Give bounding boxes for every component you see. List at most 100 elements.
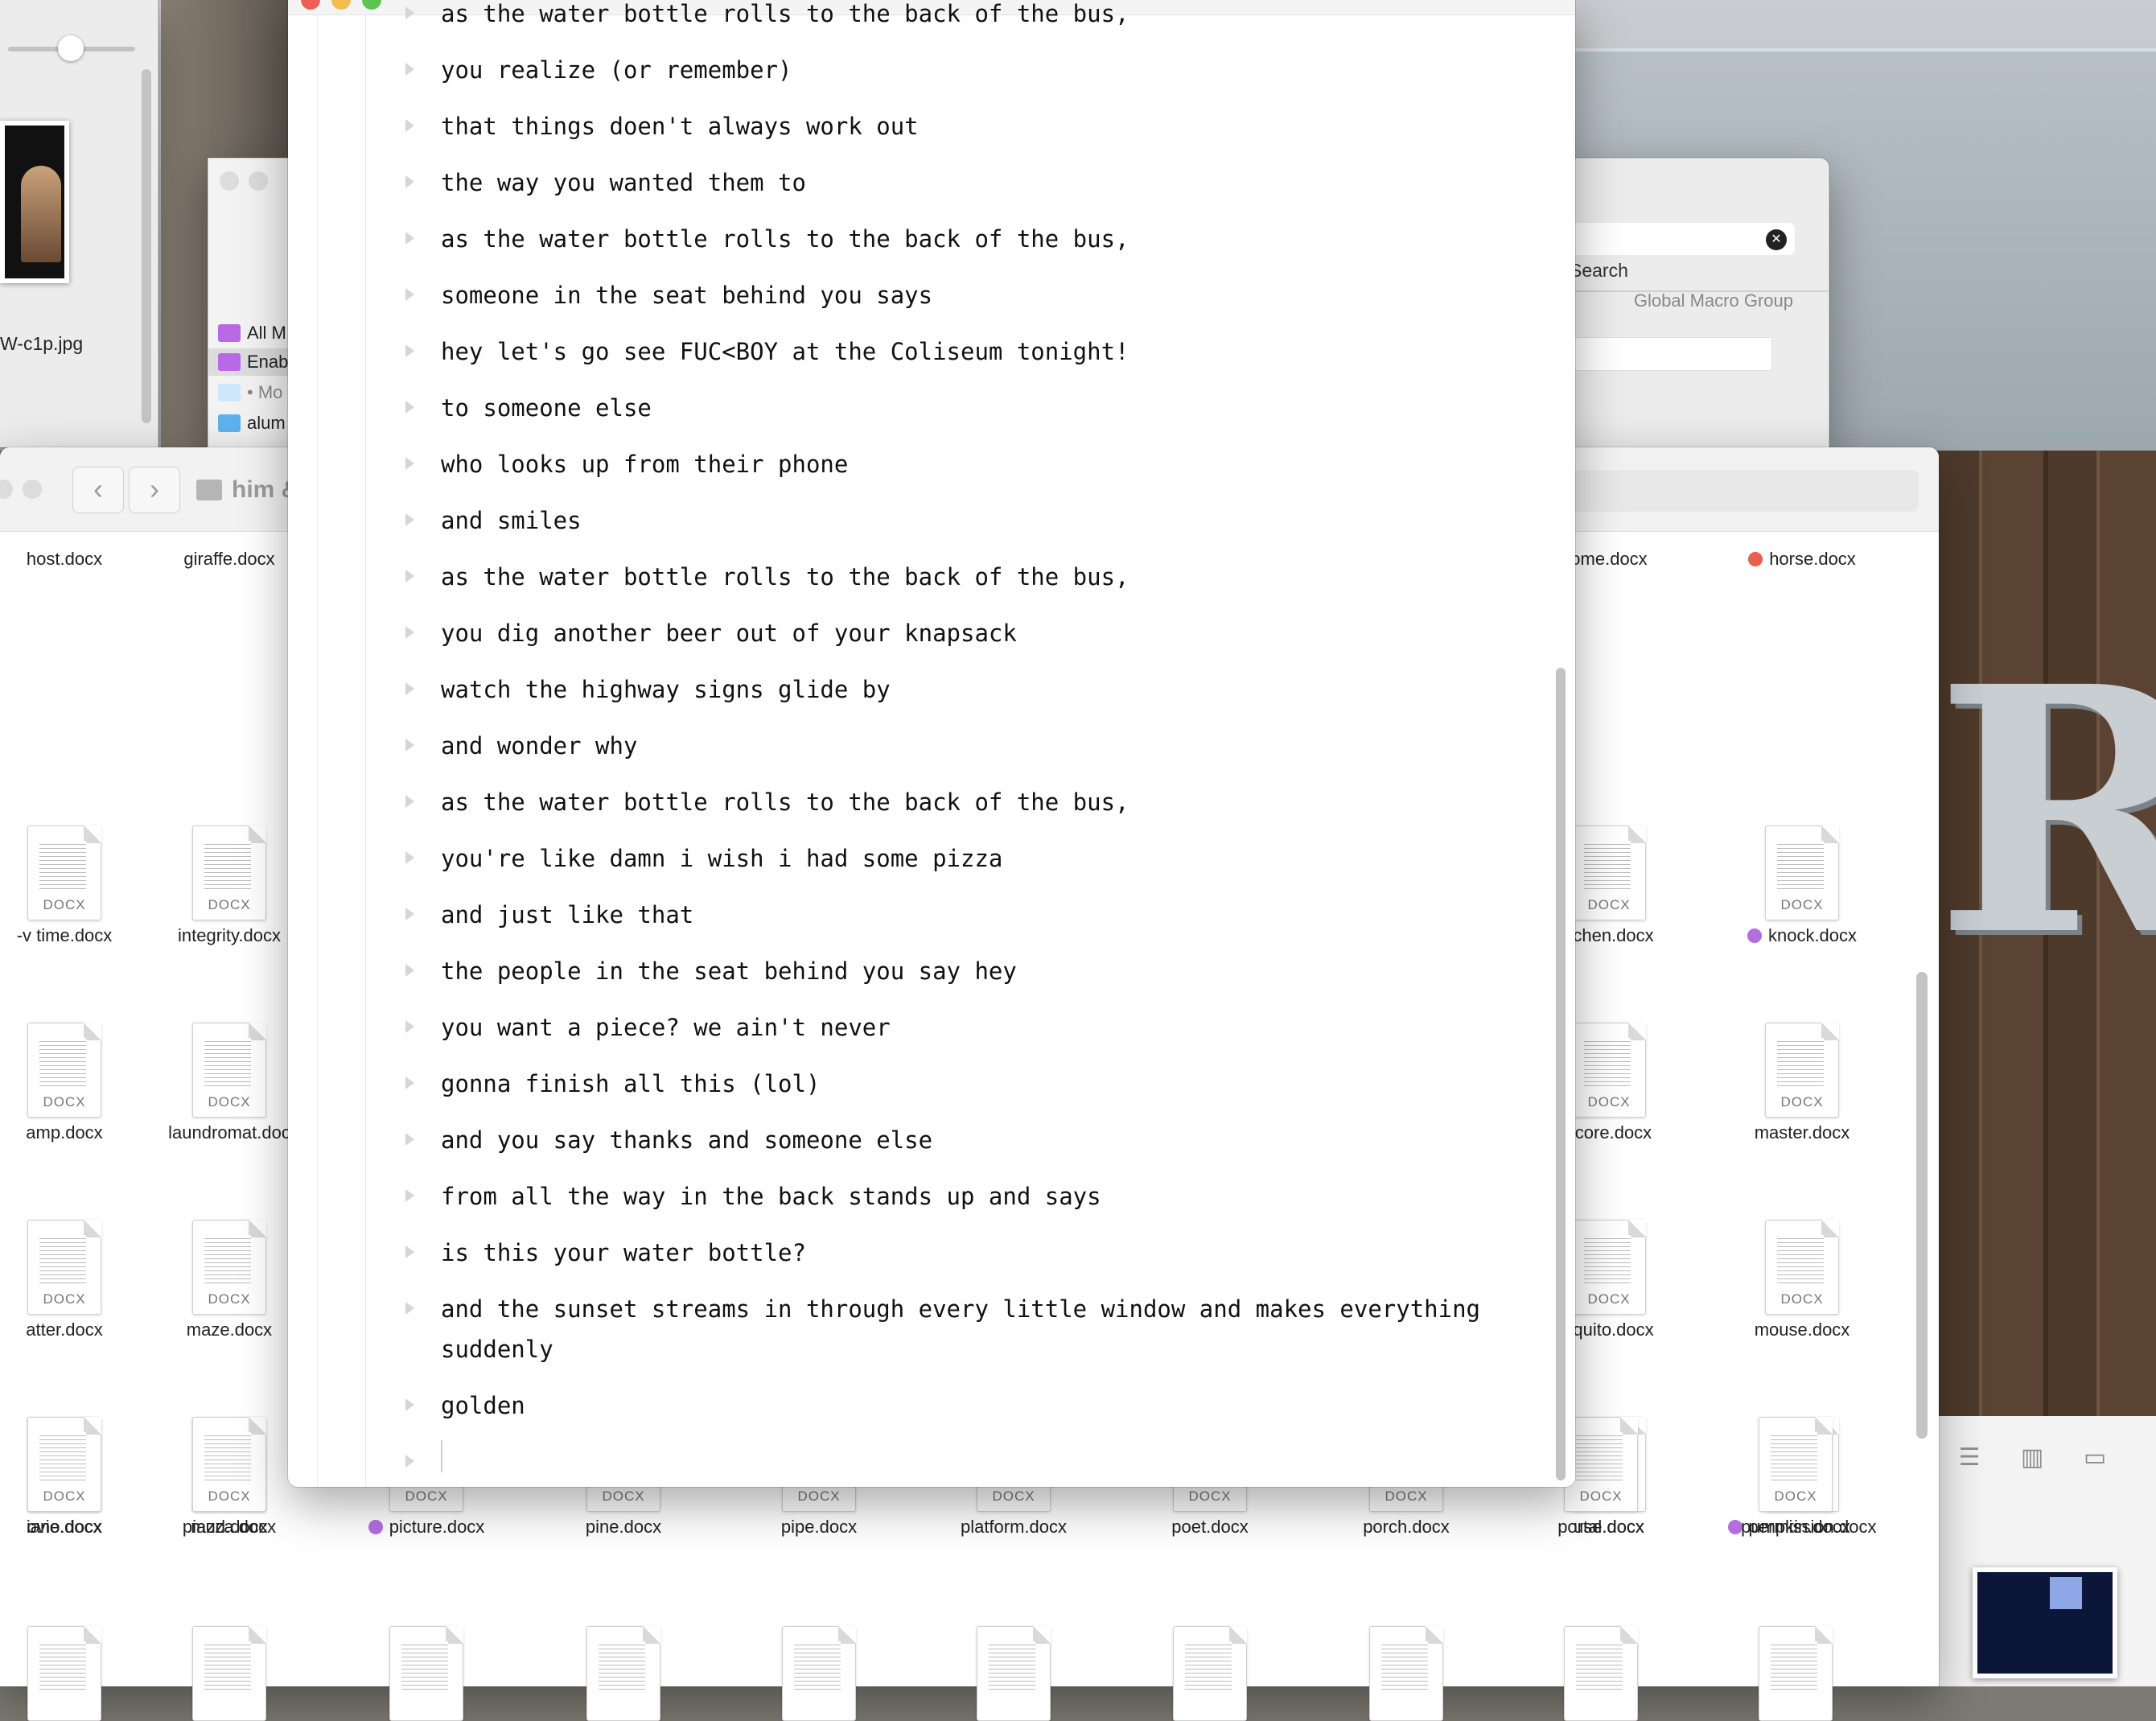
outline-row-text[interactable]: you want a piece? we ain't never <box>441 1007 1503 1048</box>
file-item[interactable] <box>527 1626 720 1721</box>
sidebar-item-all[interactable]: All M <box>218 319 286 347</box>
window-minimize-button[interactable] <box>0 480 13 499</box>
disclosure-triangle-icon[interactable] <box>405 63 414 76</box>
outline-row-text[interactable]: and wonder why <box>441 726 1503 766</box>
disclosure-triangle-icon[interactable] <box>405 1133 414 1146</box>
file-item[interactable]: DOCX master.docx <box>1705 1023 1899 1143</box>
outline-row-text[interactable]: watch the highway signs glide by <box>441 669 1503 710</box>
outline-row-text[interactable]: that things doen't always work out <box>441 106 1503 146</box>
window-close-button[interactable] <box>301 0 320 10</box>
outline-row-text[interactable]: as the water bottle rolls to the back of… <box>441 0 1503 34</box>
group-name-field[interactable] <box>1570 337 1772 371</box>
file-item[interactable]: DOCX pumpkin.docx <box>1699 1417 1892 1538</box>
column-view-icon[interactable]: ▥ <box>2010 1440 2055 1476</box>
disclosure-triangle-icon[interactable] <box>405 795 414 808</box>
macro-search-window: ✕ Search Global Macro Group <box>1569 158 1829 457</box>
outline-row-text[interactable]: and the sunset streams in through every … <box>441 1289 1503 1369</box>
forward-button[interactable]: › <box>129 467 180 513</box>
outline-row-text[interactable]: the way you wanted them to <box>441 163 1503 203</box>
disclosure-triangle-icon[interactable] <box>405 908 414 920</box>
list-view-icon[interactable]: ☰ <box>1947 1440 1992 1476</box>
disclosure-triangle-icon[interactable] <box>405 513 414 526</box>
window-zoom-button[interactable] <box>362 0 381 10</box>
file-item[interactable] <box>1699 1626 1892 1721</box>
preview-window: W-c1p.jpg <box>0 0 158 447</box>
outline-row-text[interactable]: who looks up from their phone <box>441 444 1503 484</box>
disclosure-triangle-icon[interactable] <box>405 964 414 977</box>
clear-search-icon[interactable]: ✕ <box>1766 229 1787 250</box>
sidebar-item-enabled[interactable]: Enab <box>208 348 298 376</box>
gallery-view-icon[interactable]: ▭ <box>2072 1440 2117 1476</box>
file-item[interactable] <box>1113 1626 1306 1721</box>
disclosure-triangle-icon[interactable] <box>405 1189 414 1202</box>
disclosure-triangle-icon[interactable] <box>405 1020 414 1033</box>
file-item[interactable]: DOCX knock.docx <box>1705 826 1899 947</box>
disclosure-triangle-icon[interactable] <box>405 1398 414 1411</box>
outline-row-text[interactable]: is this your water bottle? <box>441 1233 1503 1273</box>
outline-row-text[interactable]: you realize (or remember) <box>441 50 1503 90</box>
outline-row-text[interactable]: and just like that <box>441 895 1503 935</box>
outline-row-text[interactable]: from all the way in the back stands up a… <box>441 1176 1503 1217</box>
disclosure-triangle-icon[interactable] <box>405 6 414 19</box>
document-preview-lines <box>204 1432 251 1482</box>
disclosure-triangle-icon[interactable] <box>405 851 414 864</box>
disclosure-triangle-icon[interactable] <box>405 626 414 639</box>
outline-row-text[interactable]: golden <box>441 1385 1503 1426</box>
file-name-text: atter.docx <box>26 1320 103 1340</box>
disclosure-triangle-icon[interactable] <box>405 344 414 357</box>
file-item[interactable] <box>722 1626 915 1721</box>
outline-row-text[interactable]: as the water bottle rolls to the back of… <box>441 557 1503 597</box>
preview-scrollbar[interactable] <box>142 69 151 423</box>
window-zoom-button[interactable] <box>23 480 42 499</box>
disclosure-triangle-icon[interactable] <box>405 457 414 470</box>
disclosure-triangle-icon[interactable] <box>405 232 414 245</box>
sidebar-item-more[interactable]: • Mo <box>218 379 282 406</box>
file-item[interactable] <box>133 1626 326 1721</box>
disclosure-triangle-icon[interactable] <box>405 739 414 751</box>
outline-row-text[interactable]: you dig another beer out of your knapsac… <box>441 613 1503 653</box>
outline-row-text[interactable]: as the water bottle rolls to the back of… <box>441 782 1503 822</box>
outline-row-text[interactable]: you're like damn i wish i had some pizza <box>441 838 1503 879</box>
outline-row-text[interactable]: hey let's go see FUC<BOY at the Coliseum… <box>441 331 1503 372</box>
disclosure-triangle-icon[interactable] <box>405 119 414 132</box>
outline-row-text[interactable]: and smiles <box>441 500 1503 541</box>
window-minimize-button[interactable] <box>249 171 268 191</box>
disclosure-triangle-icon[interactable] <box>405 401 414 414</box>
outline-row-text[interactable]: gonna finish all this (lol) <box>441 1064 1503 1104</box>
finder-scrollbar[interactable] <box>1916 972 1928 1439</box>
file-item[interactable]: DOCX mouse.docx <box>1705 1220 1899 1340</box>
outline-row-text[interactable]: and you say thanks and someone else <box>441 1120 1503 1160</box>
zoom-slider-knob[interactable] <box>58 35 84 61</box>
file-item[interactable]: horse.docx <box>1705 544 1899 570</box>
file-item[interactable] <box>330 1626 523 1721</box>
docx-file-icon: DOCX <box>1572 826 1646 920</box>
sidebar-item-album[interactable]: alum <box>218 410 286 437</box>
disclosure-triangle-icon[interactable] <box>405 1302 414 1315</box>
disclosure-triangle-icon[interactable] <box>405 682 414 695</box>
back-button[interactable]: ‹ <box>72 467 124 513</box>
photo-thumbnail[interactable] <box>0 121 69 283</box>
window-close-button[interactable] <box>220 171 239 191</box>
document-preview-lines <box>599 1641 645 1691</box>
file-name-text: host.docx <box>26 549 103 569</box>
docx-file-icon: DOCX <box>27 1417 101 1512</box>
disclosure-triangle-icon[interactable] <box>405 175 414 188</box>
search-input[interactable]: ✕ <box>1570 223 1795 255</box>
file-item[interactable] <box>1310 1626 1503 1721</box>
outline-row-text[interactable]: someone in the seat behind you says <box>441 275 1503 315</box>
file-item[interactable] <box>917 1626 1110 1721</box>
file-item[interactable] <box>1504 1626 1697 1721</box>
outline-row-text[interactable]: the people in the seat behind you say he… <box>441 951 1503 991</box>
finder-search-field[interactable] <box>1573 470 1919 512</box>
outline-row-text[interactable]: as the water bottle rolls to the back of… <box>441 219 1503 259</box>
disclosure-triangle-icon[interactable] <box>405 570 414 583</box>
file-name-text: master.docx <box>1754 1122 1850 1143</box>
editor-scrollbar[interactable] <box>1556 668 1566 1480</box>
disclosure-triangle-icon[interactable] <box>405 1245 414 1258</box>
disclosure-triangle-icon[interactable] <box>405 1455 414 1468</box>
desktop-image-thumbnail[interactable] <box>1973 1567 2117 1678</box>
disclosure-triangle-icon[interactable] <box>405 1077 414 1089</box>
window-minimize-button[interactable] <box>331 0 351 10</box>
outline-row-text[interactable]: to someone else <box>441 388 1503 428</box>
disclosure-triangle-icon[interactable] <box>405 288 414 301</box>
